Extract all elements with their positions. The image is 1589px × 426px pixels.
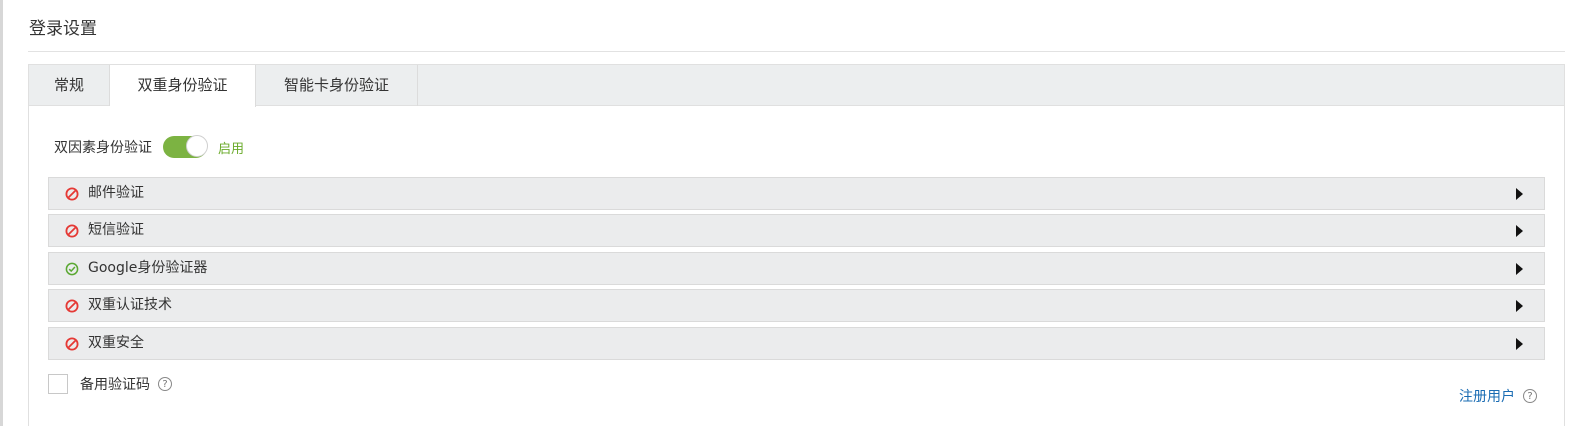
tab-smart-card[interactable]: 智能卡身份验证 (256, 65, 418, 106)
page-title: 登录设置 (29, 19, 97, 39)
accordion-dual-security[interactable]: 双重安全 (48, 327, 1545, 360)
title-divider (28, 51, 1565, 52)
tab-two-factor[interactable]: 双重身份验证 (110, 65, 256, 107)
two-factor-state-text: 启用 (218, 141, 245, 157)
check-circle-icon (65, 262, 79, 276)
caret-right-icon (1516, 263, 1523, 275)
registered-users-row: 注册用户 ? (1459, 386, 1537, 406)
blocked-icon (65, 224, 79, 238)
caret-right-icon (1516, 300, 1523, 312)
accordion-label: 双重认证技术 (88, 297, 172, 313)
accordion-label: 双重安全 (88, 335, 144, 351)
two-factor-toggle-row: 双因素身份验证 启用 (54, 135, 245, 158)
tab-bar: 常规 双重身份验证 智能卡身份验证 (29, 65, 1564, 107)
tab-general[interactable]: 常规 (29, 65, 110, 106)
left-edge-divider (0, 0, 3, 426)
settings-panel: 常规 双重身份验证 智能卡身份验证 双因素身份验证 启用 邮件验证 短信验证 G… (28, 64, 1565, 426)
accordion-google-authenticator[interactable]: Google身份验证器 (48, 252, 1545, 285)
accordion-sms-verification[interactable]: 短信验证 (48, 214, 1545, 247)
accordion-email-verification[interactable]: 邮件验证 (48, 177, 1545, 210)
accordion-label: Google身份验证器 (88, 260, 208, 276)
toggle-knob (186, 135, 208, 157)
caret-right-icon (1516, 188, 1523, 200)
blocked-icon (65, 299, 79, 313)
two-factor-label: 双因素身份验证 (54, 140, 152, 156)
accordion-duo-security[interactable]: 双重认证技术 (48, 289, 1545, 322)
help-icon[interactable]: ? (1523, 389, 1537, 403)
backup-codes-checkbox[interactable] (48, 374, 68, 394)
blocked-icon (65, 337, 79, 351)
accordion-label: 邮件验证 (88, 185, 144, 201)
two-factor-toggle[interactable] (163, 135, 208, 158)
caret-right-icon (1516, 225, 1523, 237)
blocked-icon (65, 187, 79, 201)
registered-users-link[interactable]: 注册用户 (1459, 386, 1515, 406)
accordion-label: 短信验证 (88, 222, 144, 238)
help-icon[interactable]: ? (158, 377, 172, 391)
backup-codes-row: 备用验证码 ? (48, 373, 172, 395)
backup-codes-label: 备用验证码 (80, 377, 150, 393)
caret-right-icon (1516, 338, 1523, 350)
